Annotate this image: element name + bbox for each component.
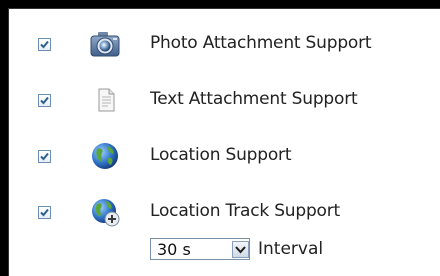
check-icon xyxy=(40,208,49,217)
globe-icon xyxy=(89,140,121,172)
photo-attachment-checkbox[interactable] xyxy=(38,38,51,51)
location-track-checkbox[interactable] xyxy=(38,206,51,219)
interval-select-group: 30 s Interval xyxy=(150,238,323,260)
interval-select-value: 30 s xyxy=(157,240,191,259)
interval-select[interactable]: 30 s xyxy=(150,238,250,260)
document-icon xyxy=(89,84,121,116)
globe-add-icon xyxy=(89,196,121,228)
feature-row-location: Location Support xyxy=(9,138,440,178)
feature-label: Photo Attachment Support xyxy=(150,33,372,53)
camera-icon xyxy=(89,28,121,60)
dropdown-button[interactable] xyxy=(232,241,249,258)
settings-panel: Photo Attachment Support Text Attachment… xyxy=(8,8,440,276)
check-icon xyxy=(40,96,49,105)
check-icon xyxy=(40,152,49,161)
text-attachment-checkbox[interactable] xyxy=(38,94,51,107)
chevron-down-icon xyxy=(235,246,246,254)
feature-label: Text Attachment Support xyxy=(150,89,358,109)
feature-label: Location Track Support xyxy=(150,201,340,221)
feature-row-location-track: Location Track Support 30 s Interval xyxy=(9,194,440,260)
feature-label: Location Support xyxy=(150,145,292,165)
location-checkbox[interactable] xyxy=(38,150,51,163)
feature-row-photo-attachment: Photo Attachment Support xyxy=(9,26,440,66)
check-icon xyxy=(40,40,49,49)
interval-label: Interval xyxy=(258,239,324,259)
feature-row-text-attachment: Text Attachment Support xyxy=(9,82,440,122)
